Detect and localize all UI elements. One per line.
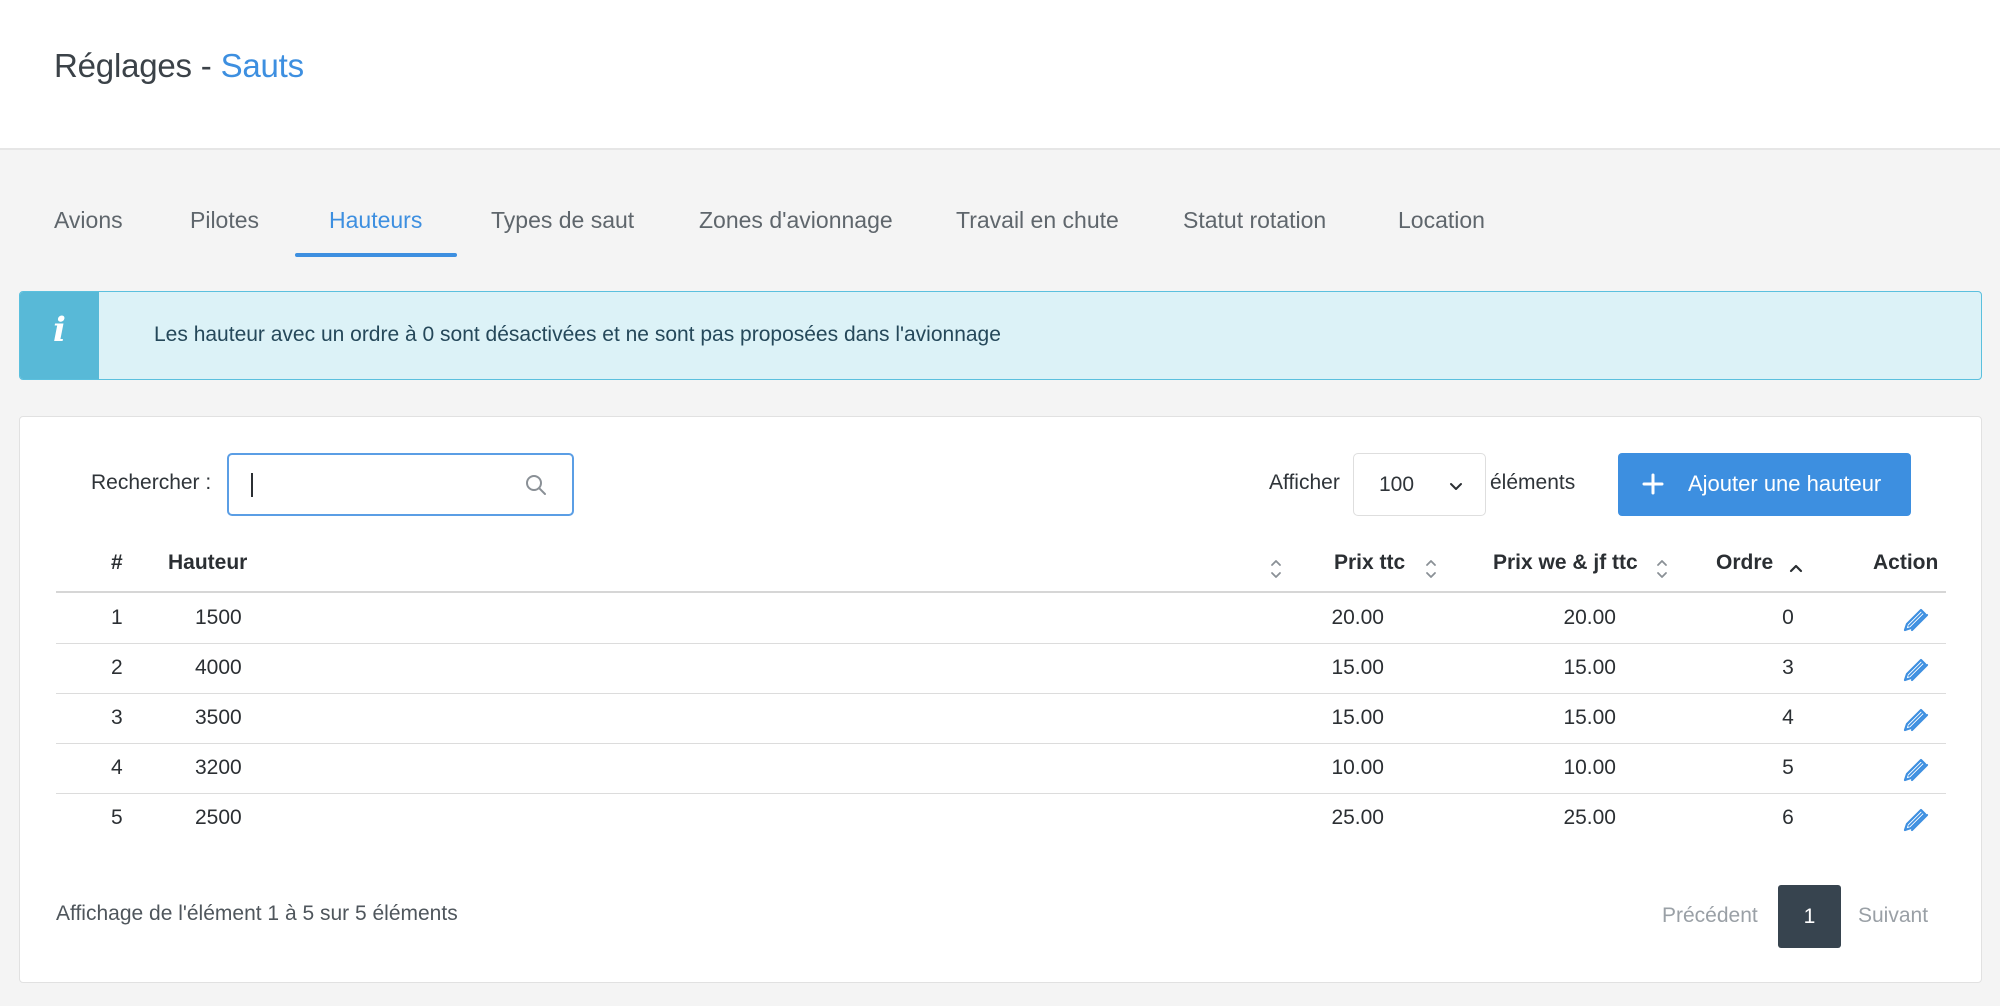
edit-icon[interactable] bbox=[1901, 804, 1931, 834]
edit-icon[interactable] bbox=[1901, 604, 1931, 634]
pagination-previous[interactable]: Précédent bbox=[1662, 904, 1758, 928]
page-title: Réglages - Sauts bbox=[54, 47, 304, 85]
cell-ordre: 0 bbox=[1782, 606, 1794, 629]
cell-ordre: 6 bbox=[1782, 806, 1794, 829]
column-header-prix-we[interactable]: Prix we & jf ttc bbox=[1493, 551, 1638, 575]
active-tab-indicator bbox=[295, 253, 457, 257]
cell-prix-we: 20.00 bbox=[1563, 606, 1616, 629]
table-header: # Hauteur Prix ttc Prix we & jf ttc Ordr… bbox=[56, 541, 1946, 593]
cell-hauteur: 3500 bbox=[195, 706, 242, 729]
tab-types-de-saut[interactable]: Types de saut bbox=[491, 190, 634, 258]
cell-number: 3 bbox=[111, 706, 123, 729]
cell-prix-ttc: 25.00 bbox=[1331, 806, 1384, 829]
cell-hauteur: 1500 bbox=[195, 606, 242, 629]
heights-table-card: Rechercher : Afficher 100 éléments Ajout… bbox=[19, 416, 1982, 983]
cell-number: 2 bbox=[111, 656, 123, 679]
text-cursor bbox=[251, 473, 253, 497]
tab-pilotes[interactable]: Pilotes bbox=[190, 190, 259, 258]
sort-icon[interactable] bbox=[1655, 557, 1669, 581]
add-height-button[interactable]: Ajouter une hauteur bbox=[1618, 453, 1911, 516]
column-header-number[interactable]: # bbox=[111, 551, 123, 575]
edit-icon[interactable] bbox=[1901, 654, 1931, 684]
table-row: 4 3200 10.00 10.00 5 bbox=[56, 744, 1946, 794]
search-icon bbox=[526, 475, 546, 495]
add-height-label: Ajouter une hauteur bbox=[1688, 471, 1882, 496]
edit-icon[interactable] bbox=[1901, 704, 1931, 734]
search-label: Rechercher : bbox=[91, 471, 212, 494]
page-title-section: Sauts bbox=[220, 47, 305, 84]
cell-hauteur: 2500 bbox=[195, 806, 242, 829]
cell-number: 1 bbox=[111, 606, 123, 629]
page-size-value: 100 bbox=[1379, 473, 1415, 496]
tab-avions[interactable]: Avions bbox=[54, 190, 123, 258]
cell-prix-we: 15.00 bbox=[1563, 706, 1616, 729]
chevron-down-icon bbox=[1450, 483, 1462, 490]
settings-tabs: Avions Pilotes Hauteurs Types de saut Zo… bbox=[0, 190, 2000, 258]
cell-ordre: 4 bbox=[1782, 706, 1794, 729]
sort-icon[interactable] bbox=[1424, 557, 1438, 581]
table-row: 1 1500 20.00 20.00 0 bbox=[56, 594, 1946, 644]
pagination-next[interactable]: Suivant bbox=[1858, 904, 1928, 928]
cell-prix-ttc: 15.00 bbox=[1331, 706, 1384, 729]
plus-icon bbox=[1642, 473, 1664, 495]
table-row: 3 3500 15.00 15.00 4 bbox=[56, 694, 1946, 744]
top-header: Réglages - Sauts bbox=[0, 0, 2000, 150]
info-icon: i bbox=[53, 310, 66, 350]
edit-icon[interactable] bbox=[1901, 754, 1931, 784]
info-alert: i Les hauteur avec un ordre à 0 sont dés… bbox=[19, 291, 1982, 380]
table-info: Affichage de l'élément 1 à 5 sur 5 éléme… bbox=[56, 902, 458, 925]
column-header-action: Action bbox=[1873, 551, 1939, 574]
column-header-ordre[interactable]: Ordre bbox=[1716, 551, 1773, 575]
tab-travail-en-chute[interactable]: Travail en chute bbox=[956, 190, 1119, 258]
tab-location[interactable]: Location bbox=[1398, 190, 1485, 258]
cell-hauteur: 3200 bbox=[195, 756, 242, 779]
cell-ordre: 3 bbox=[1782, 656, 1794, 679]
alert-message: Les hauteur avec un ordre à 0 sont désac… bbox=[154, 323, 1001, 346]
table-row: 2 4000 15.00 15.00 3 bbox=[56, 644, 1946, 694]
cell-prix-we: 15.00 bbox=[1563, 656, 1616, 679]
alert-icon-box: i bbox=[20, 292, 99, 379]
cell-prix-ttc: 20.00 bbox=[1331, 606, 1384, 629]
page-title-prefix: Réglages - bbox=[54, 47, 212, 84]
search-input[interactable] bbox=[227, 453, 574, 516]
elements-label: éléments bbox=[1490, 471, 1576, 494]
tab-statut-rotation[interactable]: Statut rotation bbox=[1183, 190, 1326, 258]
cell-hauteur: 4000 bbox=[195, 656, 242, 679]
table-row: 5 2500 25.00 25.00 6 bbox=[56, 794, 1946, 844]
cell-number: 4 bbox=[111, 756, 123, 779]
column-header-prix-ttc[interactable]: Prix ttc bbox=[1334, 551, 1405, 575]
cell-ordre: 5 bbox=[1782, 756, 1794, 779]
column-header-hauteur[interactable]: Hauteur bbox=[168, 551, 247, 575]
page-size-label: Afficher bbox=[1269, 471, 1340, 494]
page-size-select[interactable]: 100 bbox=[1353, 453, 1486, 516]
cell-prix-we: 10.00 bbox=[1563, 756, 1616, 779]
cell-prix-ttc: 15.00 bbox=[1331, 656, 1384, 679]
cell-prix-ttc: 10.00 bbox=[1331, 756, 1384, 779]
tab-hauteurs[interactable]: Hauteurs bbox=[329, 190, 422, 258]
cell-number: 5 bbox=[111, 806, 123, 829]
cell-prix-we: 25.00 bbox=[1563, 806, 1616, 829]
sort-ascending-icon[interactable] bbox=[1789, 557, 1803, 581]
pagination-page-1[interactable]: 1 bbox=[1778, 885, 1841, 948]
sort-icon[interactable] bbox=[1269, 557, 1283, 581]
tab-zones-avionnage[interactable]: Zones d'avionnage bbox=[699, 190, 893, 258]
